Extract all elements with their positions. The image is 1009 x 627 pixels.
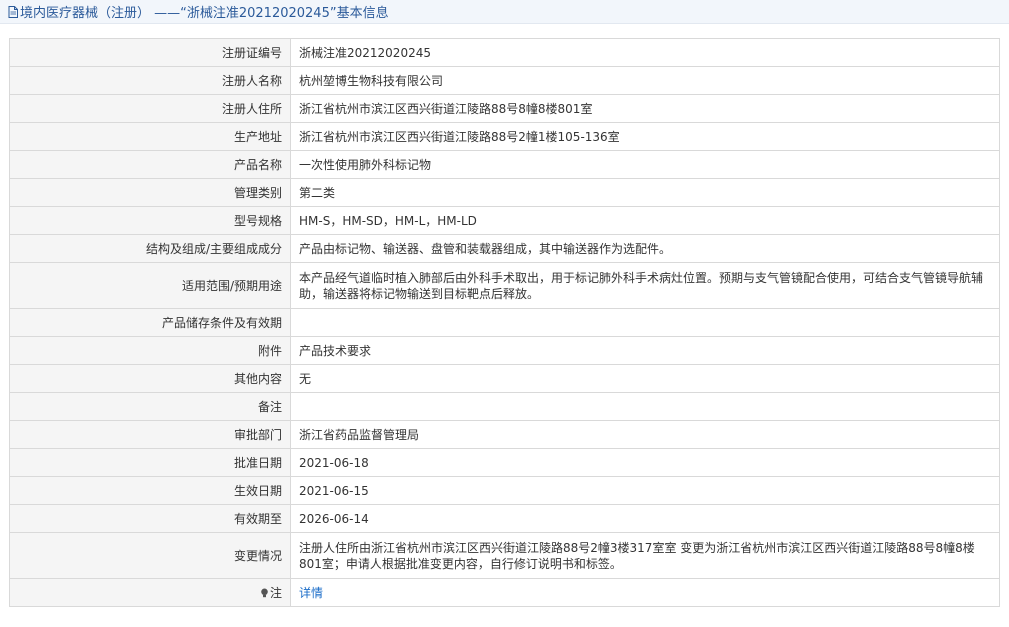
info-table: 注册证编号 浙械注准20212020245 注册人名称 杭州堃博生物科技有限公司… — [9, 38, 1000, 607]
row-value: 浙械注准20212020245 — [290, 38, 1000, 67]
row-label: 备注 — [9, 392, 291, 421]
table-row: 备注 — [9, 392, 1000, 421]
row-label: 适用范围/预期用途 — [9, 262, 291, 309]
table-row: 注册人名称 杭州堃博生物科技有限公司 — [9, 66, 1000, 95]
row-value: 浙江省杭州市滨江区西兴街道江陵路88号2幢1楼105-136室 — [290, 122, 1000, 151]
row-value: 2021-06-18 — [290, 448, 1000, 477]
info-table-container: 注册证编号 浙械注准20212020245 注册人名称 杭州堃博生物科技有限公司… — [9, 38, 1000, 607]
row-label: 结构及组成/主要组成成分 — [9, 234, 291, 263]
row-label: 注册人名称 — [9, 66, 291, 95]
table-row: 生产地址 浙江省杭州市滨江区西兴街道江陵路88号2幢1楼105-136室 — [9, 122, 1000, 151]
row-value: HM-S，HM-SD，HM-L，HM-LD — [290, 206, 1000, 235]
row-label: 批准日期 — [9, 448, 291, 477]
table-row: 审批部门 浙江省药品监督管理局 — [9, 420, 1000, 449]
row-value: 浙江省杭州市滨江区西兴街道江陵路88号8幢8楼801室 — [290, 94, 1000, 123]
row-label: 生产地址 — [9, 122, 291, 151]
row-value: 杭州堃博生物科技有限公司 — [290, 66, 1000, 95]
row-value: 一次性使用肺外科标记物 — [290, 150, 1000, 179]
table-row: 适用范围/预期用途 本产品经气道临时植入肺部后由外科手术取出，用于标记肺外科手术… — [9, 262, 1000, 309]
row-value: 产品由标记物、输送器、盘管和装载器组成，其中输送器作为选配件。 — [290, 234, 1000, 263]
row-value: 2021-06-15 — [290, 476, 1000, 505]
row-label: 产品储存条件及有效期 — [9, 308, 291, 337]
note-label: 注 — [269, 585, 282, 600]
table-row: 产品储存条件及有效期 — [9, 308, 1000, 337]
table-row: 其他内容 无 — [9, 364, 1000, 393]
row-value: 注册人住所由浙江省杭州市滨江区西兴街道江陵路88号2幢3楼317室室 变更为浙江… — [290, 532, 1000, 579]
row-label: 变更情况 — [9, 532, 291, 579]
row-value — [290, 308, 1000, 337]
note-label-cell: 注 — [9, 578, 291, 607]
table-row: 批准日期 2021-06-18 — [9, 448, 1000, 477]
page-title: 境内医疗器械（注册） ——“浙械注准20212020245”基本信息 — [20, 6, 389, 21]
row-value: 2026-06-14 — [290, 504, 1000, 533]
note-value-cell: 详情 — [290, 578, 1000, 607]
lightbulb-icon — [260, 586, 269, 597]
row-label: 有效期至 — [9, 504, 291, 533]
row-value: 本产品经气道临时植入肺部后由外科手术取出，用于标记肺外科手术病灶位置。预期与支气… — [290, 262, 1000, 309]
row-value: 产品技术要求 — [290, 336, 1000, 365]
table-row: 变更情况 注册人住所由浙江省杭州市滨江区西兴街道江陵路88号2幢3楼317室室 … — [9, 532, 1000, 579]
table-row: 产品名称 一次性使用肺外科标记物 — [9, 150, 1000, 179]
table-row: 注册人住所 浙江省杭州市滨江区西兴街道江陵路88号8幢8楼801室 — [9, 94, 1000, 123]
row-value: 无 — [290, 364, 1000, 393]
row-label: 生效日期 — [9, 476, 291, 505]
table-row: 附件 产品技术要求 — [9, 336, 1000, 365]
row-label: 注册人住所 — [9, 94, 291, 123]
table-row: 结构及组成/主要组成成分 产品由标记物、输送器、盘管和装载器组成，其中输送器作为… — [9, 234, 1000, 263]
table-row: 有效期至 2026-06-14 — [9, 504, 1000, 533]
document-icon — [8, 5, 18, 18]
row-label: 注册证编号 — [9, 38, 291, 67]
table-row: 型号规格 HM-S，HM-SD，HM-L，HM-LD — [9, 206, 1000, 235]
row-label: 其他内容 — [9, 364, 291, 393]
row-value: 第二类 — [290, 178, 1000, 207]
row-value — [290, 392, 1000, 421]
row-label: 产品名称 — [9, 150, 291, 179]
table-row-note: 注 详情 — [9, 578, 1000, 607]
row-value: 浙江省药品监督管理局 — [290, 420, 1000, 449]
table-row: 生效日期 2021-06-15 — [9, 476, 1000, 505]
page-title-bar: 境内医疗器械（注册） ——“浙械注准20212020245”基本信息 — [0, 0, 1009, 24]
row-label: 附件 — [9, 336, 291, 365]
row-label: 审批部门 — [9, 420, 291, 449]
table-row: 管理类别 第二类 — [9, 178, 1000, 207]
table-row: 注册证编号 浙械注准20212020245 — [9, 38, 1000, 67]
details-link[interactable]: 详情 — [299, 586, 323, 600]
row-label: 型号规格 — [9, 206, 291, 235]
row-label: 管理类别 — [9, 178, 291, 207]
